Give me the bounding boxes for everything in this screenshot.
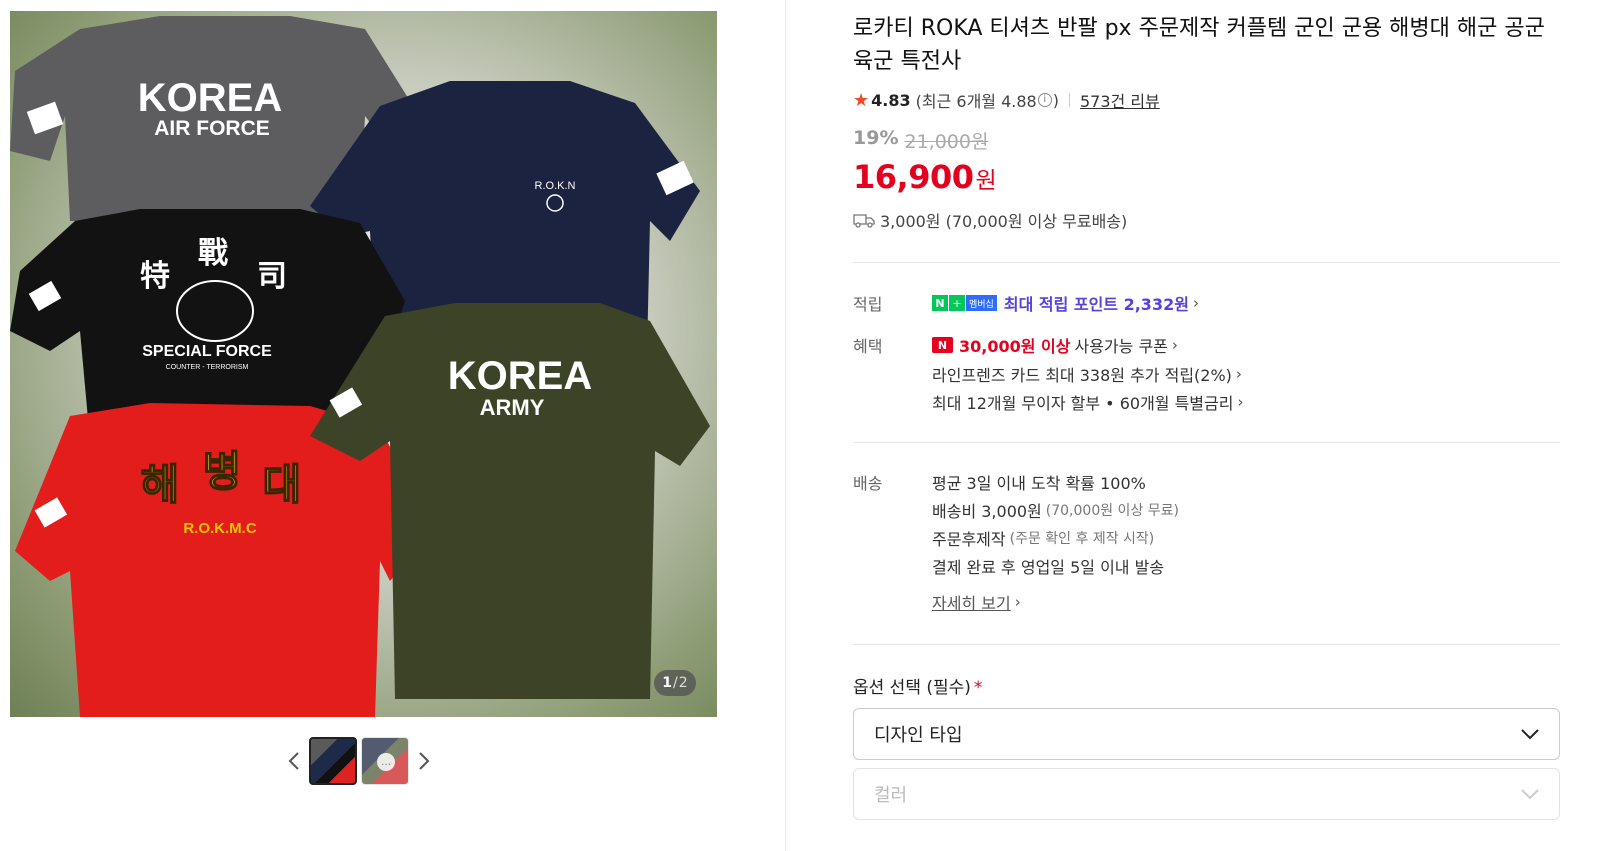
info-icon[interactable]: i	[1037, 93, 1052, 107]
star-icon: ★	[853, 89, 870, 111]
special-hanja-1: 特	[140, 259, 170, 294]
marine-hangul-1: 해	[141, 460, 180, 509]
npay-membership: 멤버십	[966, 295, 997, 311]
npay-plus: +	[949, 295, 965, 311]
rating-recent: (최근 6개월 4.88	[915, 92, 1037, 111]
chevron-right-icon: ›	[1235, 365, 1242, 383]
chat-bubble-icon: …	[377, 753, 395, 771]
color-placeholder: 컬러	[874, 785, 908, 806]
delivery-detail-link[interactable]: 자세히 보기 ›	[932, 590, 1021, 614]
option-label: 옵션 선택 (필수) *	[853, 673, 982, 698]
airforce-line1: KOREA	[138, 76, 282, 120]
image-page-counter: 1/2	[654, 670, 696, 696]
special-hanja-3: 司	[257, 259, 287, 294]
shipping-row: 3,000원 (70,000원 이상 무료배송)	[853, 208, 1127, 232]
coupon-amount: 30,000원 이상	[959, 337, 1071, 356]
rating-row: ★ 4.83 (최근 6개월 4.88 i ) 573건 리뷰	[853, 88, 1160, 112]
divider	[853, 442, 1560, 443]
thumb-next-button[interactable]	[413, 736, 435, 786]
price-row: 16,900 원	[853, 158, 997, 196]
thumbnail-2[interactable]: …	[361, 737, 409, 785]
coupon-row[interactable]: N 30,000원 이상 사용가능 쿠폰 ›	[932, 333, 1178, 357]
thumbnail-strip: …	[283, 736, 435, 786]
airforce-line2: AIR FORCE	[154, 117, 270, 140]
benefits-label: 혜택	[853, 337, 883, 356]
delivery-line1: 평균 3일 이내 도착 확률 100%	[932, 474, 1146, 493]
naver-n-badge: N	[932, 337, 953, 353]
sale-price: 16,900	[853, 158, 974, 196]
design-type-placeholder: 디자인 타입	[874, 725, 963, 746]
image-page-total: 2	[678, 675, 688, 691]
special-line1: SPECIAL FORCE	[142, 343, 272, 360]
thumb-prev-button[interactable]	[283, 736, 305, 786]
detail-link-text: 자세히 보기	[932, 594, 1011, 613]
column-divider	[785, 0, 786, 851]
chevron-down-icon	[1521, 788, 1539, 799]
special-hanja-2: 戰	[198, 236, 228, 271]
design-type-select[interactable]: 디자인 타입	[853, 708, 1560, 760]
chevron-left-icon	[288, 752, 299, 770]
navy-text: R.O.K.N	[535, 180, 576, 192]
made-to-order-note: (주문 확인 후 제작 시작)	[1009, 531, 1155, 547]
coupon-text: 사용가능 쿠폰	[1074, 337, 1168, 356]
npay-n: N	[932, 295, 948, 311]
delivery-line4: 결제 완료 후 영업일 5일 이내 발송	[932, 558, 1165, 577]
divider	[853, 644, 1560, 645]
chevron-right-icon: ›	[1192, 294, 1199, 312]
army-line1: KOREA	[448, 354, 592, 398]
chevron-right-icon: ›	[1171, 336, 1178, 354]
delivery-fee-note: (70,000원 이상 무료)	[1045, 503, 1179, 519]
chevron-right-icon: ›	[1237, 393, 1244, 411]
marine-hangul-3: 대	[263, 460, 302, 509]
option-label-text: 옵션 선택 (필수)	[853, 678, 971, 698]
color-select[interactable]: 컬러	[853, 768, 1560, 820]
delivery-fee: 배송비 3,000원	[932, 502, 1042, 521]
chevron-right-icon: ›	[1014, 593, 1021, 611]
original-price: 21,000원	[904, 131, 989, 153]
marine-line1: R.O.K.M.C	[183, 520, 256, 537]
npay-plus-badge: N + 멤버십	[932, 295, 997, 311]
delivery-line3: 주문후제작 (주문 확인 후 제작 시작)	[932, 526, 1154, 550]
image-page-current: 1	[662, 675, 673, 691]
installment-row[interactable]: 최대 12개월 무이자 할부 • 60개월 특별금리 ›	[932, 390, 1243, 414]
required-mark: *	[973, 678, 983, 698]
separator	[1068, 93, 1070, 107]
rating-recent-close: )	[1052, 90, 1059, 110]
product-image: KOREA AIR FORCE R.O.K.N 特 戰 司 SPECIAL FO…	[10, 16, 710, 717]
chevron-right-icon	[419, 752, 430, 770]
truck-icon	[853, 214, 875, 228]
points-text: 최대 적립 포인트 2,332원	[1003, 295, 1189, 314]
review-count-link[interactable]: 573건 리뷰	[1080, 88, 1160, 112]
points-label: 적립	[853, 295, 883, 314]
delivery-label: 배송	[853, 474, 883, 493]
rating-value: 4.83	[871, 90, 911, 110]
chevron-down-icon	[1521, 728, 1539, 739]
army-line2: ARMY	[480, 395, 545, 420]
discount-rate: 19%	[853, 127, 899, 149]
delivery-line2: 배송비 3,000원 (70,000원 이상 무료)	[932, 498, 1179, 522]
shipping-text: 3,000원 (70,000원 이상 무료배송)	[880, 212, 1128, 231]
discount-row: 19% 21,000원	[853, 127, 988, 154]
installment-text: 최대 12개월 무이자 할부 • 60개월 특별금리	[932, 394, 1234, 413]
made-to-order: 주문후제작	[932, 530, 1006, 549]
marine-hangul-2: 병	[203, 447, 242, 496]
card-benefit-row[interactable]: 라인프렌즈 카드 최대 338원 추가 적립(2%) ›	[932, 362, 1242, 386]
special-line2: COUNTER - TERRORISM	[166, 364, 249, 371]
thumbnail-1[interactable]	[309, 737, 357, 785]
price-unit: 원	[975, 168, 997, 194]
points-row[interactable]: N + 멤버십 최대 적립 포인트 2,332원 ›	[932, 291, 1199, 315]
product-image-gallery[interactable]: KOREA AIR FORCE R.O.K.N 特 戰 司 SPECIAL FO…	[10, 11, 717, 717]
product-title: 로카티 ROKA 티셔츠 반팔 px 주문제작 커플템 군인 군용 해병대 해군…	[853, 16, 1545, 74]
product-page: KOREA AIR FORCE R.O.K.N 特 戰 司 SPECIAL FO…	[0, 0, 1619, 851]
divider	[853, 262, 1560, 263]
card-benefit-text: 라인프렌즈 카드 최대 338원 추가 적립(2%)	[932, 366, 1232, 385]
